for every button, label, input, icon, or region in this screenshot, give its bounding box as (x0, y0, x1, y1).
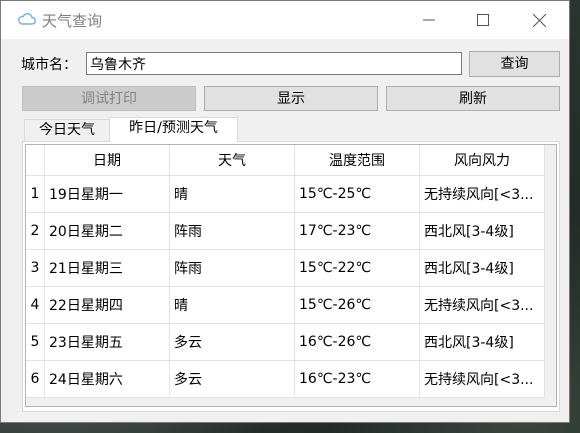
minimize-icon (423, 19, 435, 21)
column-header-wind[interactable]: 风向风力 (419, 145, 545, 176)
table-corner[interactable] (26, 145, 45, 176)
cell-temperature[interactable]: 15℃-26℃ (294, 286, 420, 324)
close-button[interactable] (516, 1, 562, 39)
column-header-weather[interactable]: 天气 (169, 145, 295, 176)
table-row[interactable]: 4 22日星期四 晴 15℃-26℃ 无持续风向[<3... (26, 286, 545, 324)
cell-weather[interactable]: 多云 (169, 360, 295, 398)
tab-forecast-weather[interactable]: 昨日/预测天气 (109, 117, 238, 142)
row-number[interactable]: 1 (26, 175, 45, 213)
city-input[interactable] (86, 52, 462, 75)
cell-wind[interactable]: 西北风[3-4级] (419, 249, 545, 287)
cell-weather[interactable]: 阵雨 (169, 249, 295, 287)
row-number[interactable]: 3 (26, 249, 45, 287)
cell-temperature[interactable]: 15℃-25℃ (294, 175, 420, 213)
query-button[interactable]: 查询 (469, 51, 560, 77)
row-number[interactable]: 4 (26, 286, 45, 324)
table-row[interactable]: 1 19日星期一 晴 15℃-25℃ 无持续风向[<3... (26, 175, 545, 213)
cloud-icon (17, 11, 37, 27)
cell-date[interactable]: 20日星期二 (44, 212, 170, 250)
refresh-button[interactable]: 刷新 (386, 86, 560, 111)
table-row[interactable]: 2 20日星期二 阵雨 17℃-23℃ 西北风[3-4级] (26, 212, 545, 250)
cell-temperature[interactable]: 15℃-22℃ (294, 249, 420, 287)
cell-temperature[interactable]: 17℃-23℃ (294, 212, 420, 250)
row-number[interactable]: 5 (26, 323, 45, 361)
row-number[interactable]: 2 (26, 212, 45, 250)
cell-temperature[interactable]: 16℃-23℃ (294, 360, 420, 398)
cell-weather[interactable]: 阵雨 (169, 212, 295, 250)
cell-weather[interactable]: 晴 (169, 286, 295, 324)
row-number[interactable]: 6 (26, 360, 45, 398)
tab-today-weather[interactable]: 今日天气 (24, 119, 110, 141)
cell-weather[interactable]: 多云 (169, 323, 295, 361)
cell-date[interactable]: 22日星期四 (44, 286, 170, 324)
cell-wind[interactable]: 西北风[3-4级] (419, 212, 545, 250)
weather-table-frame: 日期 天气 温度范围 风向风力 1 19日星期一 晴 15℃-25℃ 无持续风向… (25, 144, 557, 407)
tab-panel: 日期 天气 温度范围 风向风力 1 19日星期一 晴 15℃-25℃ 无持续风向… (22, 141, 560, 412)
cell-wind[interactable]: 西北风[3-4级] (419, 323, 545, 361)
table-row[interactable]: 3 21日星期三 阵雨 15℃-22℃ 西北风[3-4级] (26, 249, 545, 287)
table-row[interactable]: 5 23日星期五 多云 16℃-26℃ 西北风[3-4级] (26, 323, 545, 361)
cell-weather[interactable]: 晴 (169, 175, 295, 213)
maximize-icon (477, 14, 489, 26)
cell-wind[interactable]: 无持续风向[<3... (419, 286, 545, 324)
cell-date[interactable]: 19日星期一 (44, 175, 170, 213)
cell-date[interactable]: 21日星期三 (44, 249, 170, 287)
window-title: 天气查询 (42, 12, 103, 30)
minimize-button[interactable] (406, 1, 452, 39)
column-header-date[interactable]: 日期 (44, 145, 170, 176)
city-label: 城市名： (21, 57, 77, 73)
cell-wind[interactable]: 无持续风向[<3... (419, 175, 545, 213)
cell-date[interactable]: 23日星期五 (44, 323, 170, 361)
table-row[interactable]: 6 24日星期六 多云 16℃-23℃ 无持续风向[<3... (26, 360, 545, 398)
cell-date[interactable]: 24日星期六 (44, 360, 170, 398)
close-icon (533, 14, 546, 27)
cell-temperature[interactable]: 16℃-26℃ (294, 323, 420, 361)
weather-table: 日期 天气 温度范围 风向风力 1 19日星期一 晴 15℃-25℃ 无持续风向… (26, 145, 545, 398)
cell-wind[interactable]: 无持续风向[<3... (419, 360, 545, 398)
debug-print-button[interactable]: 调试打印 (22, 86, 196, 111)
title-bar[interactable]: 天气查询 (1, 1, 569, 39)
maximize-button[interactable] (460, 1, 506, 39)
show-button[interactable]: 显示 (204, 86, 378, 111)
weather-app-window: 天气查询 城市名： 查询 调试打印 显示 刷新 今日天气 昨日/预测天气 (0, 0, 570, 423)
column-header-temperature[interactable]: 温度范围 (294, 145, 420, 176)
